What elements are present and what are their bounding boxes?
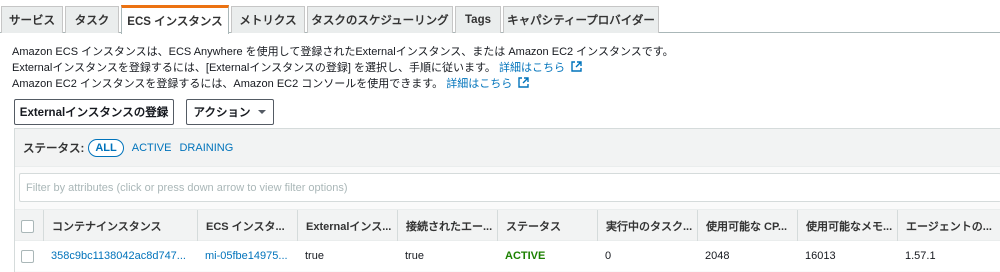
tab-bar: サービス タスク ECS インスタンス メトリクス タスクのスケジューリング T… [0,0,1000,34]
actions-label: アクション [193,107,251,119]
tab-tasks[interactable]: タスク [65,6,119,33]
cell-available-cpu: 2048 [705,250,730,262]
tab-task-scheduling[interactable]: タスクのスケジューリング [307,6,453,33]
select-all-checkbox-cell [15,210,43,242]
status-filter-draining[interactable]: DRAINING [179,142,233,154]
column-header-container-instance[interactable]: コンテナインスタンス [43,210,197,242]
chevron-down-icon [258,110,267,114]
select-all-checkbox[interactable] [21,219,34,233]
column-header-agent-version[interactable]: エージェントの... [897,210,1000,242]
row-checkbox[interactable] [21,249,34,263]
description-line-2: Externalインスタンスを登録するには、[Externalインスタンスの登録… [12,59,582,75]
column-header-external-instance[interactable]: Externalインス... [297,210,397,242]
cell-external-instance: true [305,250,324,262]
learn-more-link-ec2[interactable]: 詳細はこちら [446,78,512,90]
cell-agent-connected: true [405,250,424,262]
tab-ecs-instances[interactable]: ECS インスタンス [121,5,229,34]
column-header-agent-connected[interactable]: 接続されたエー... [397,210,497,242]
external-link-icon[interactable] [571,61,582,72]
cell-agent-version: 1.57.1 [905,250,936,262]
cell-status: ACTIVE [505,250,546,262]
cell-ecs-instance[interactable]: mi-05fbe14975... [197,241,297,271]
attribute-filter-input[interactable]: Filter by attributes (click or press dow… [19,173,1000,202]
tab-services[interactable]: サービス [1,6,63,33]
tab-capacity-providers[interactable]: キャパシティープロバイダー [503,6,659,33]
description-line-1: Amazon ECS インスタンスは、ECS Anywhere を使用して登録さ… [12,46,674,58]
column-header-available-memory[interactable]: 使用可能なメモ... [797,210,897,242]
tab-tags[interactable]: Tags [455,6,501,33]
column-header-available-cpu[interactable]: 使用可能な CP... [697,210,797,242]
cell-available-memory: 16013 [805,250,836,262]
instances-table-panel: ステータス: ALL ACTIVE DRAINING Filter by att… [14,128,1000,272]
description-line-3-text: Amazon EC2 インスタンスを登録するには、Amazon EC2 コンソー… [12,78,444,90]
status-filter-active[interactable]: ACTIVE [132,142,172,154]
status-filter-all[interactable]: ALL [88,138,124,157]
learn-more-link-external[interactable]: 詳細はこちら [499,62,565,74]
column-header-status[interactable]: ステータス [497,210,597,242]
cell-running-tasks: 0 [605,250,612,262]
table-row: 358c9bc1138042ac8d747... mi-05fbe14975..… [15,241,1000,271]
external-link-icon[interactable] [518,77,530,88]
description-line-2-text: Externalインスタンスを登録するには、[Externalインスタンスの登録… [12,62,496,74]
status-filter-label: ステータス: [23,142,85,155]
cell-container-instance[interactable]: 358c9bc1138042ac8d747... [43,241,197,271]
description-line-3: Amazon EC2 インスタンスを登録するには、Amazon EC2 コンソー… [12,75,530,91]
status-filter-bar: ステータス: ALL ACTIVE DRAINING [15,129,1000,167]
register-external-instance-button[interactable]: Externalインスタンスの登録 [14,99,174,125]
actions-dropdown-button[interactable]: アクション [186,99,274,125]
table-header: コンテナインスタンス ECS インスタ... Externalインス... 接続… [15,209,1000,242]
column-header-running-tasks[interactable]: 実行中のタスク... [597,210,697,242]
column-header-ecs-instance[interactable]: ECS インスタ... [197,210,297,242]
row-checkbox-cell [15,241,43,271]
tab-metrics[interactable]: メトリクス [231,6,305,33]
